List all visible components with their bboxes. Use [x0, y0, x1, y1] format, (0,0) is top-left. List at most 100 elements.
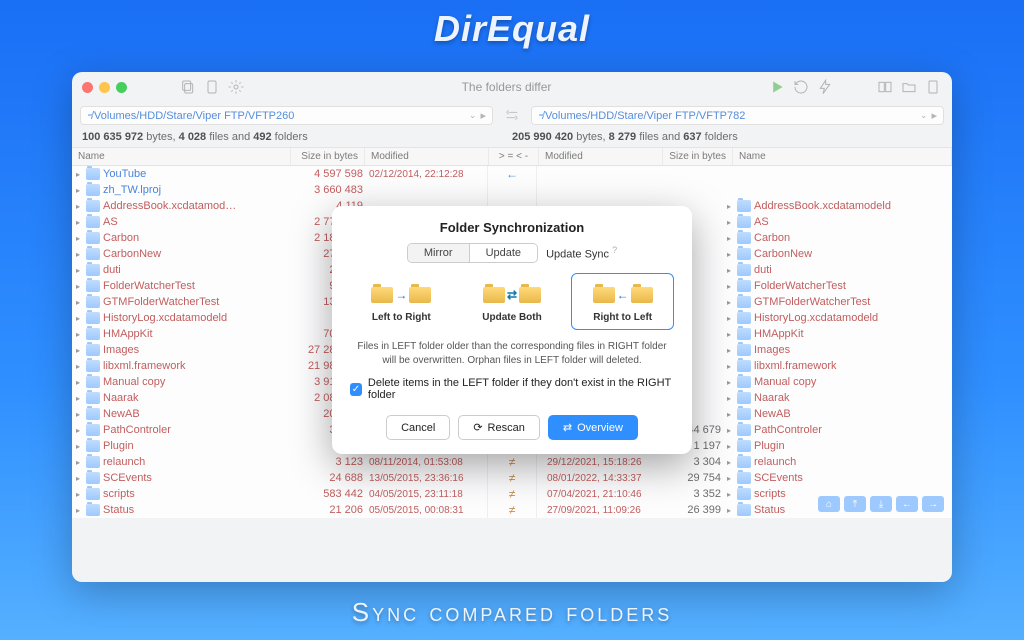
minimize-icon[interactable] — [99, 82, 110, 93]
top-button[interactable]: ⤒ — [844, 496, 866, 512]
table-row[interactable]: ▸SCEvents24 68813/05/2015, 23:36:16 — [72, 470, 487, 486]
sync-type-label: Update Sync ? — [546, 245, 617, 261]
folder-icon — [86, 376, 100, 388]
hero-subtitle: Sync compared folders — [0, 597, 1024, 628]
refresh-icon[interactable] — [792, 78, 810, 96]
gear-icon[interactable] — [227, 78, 245, 96]
folder-icon — [86, 504, 100, 516]
window-status: The folders differ — [251, 80, 762, 94]
sync-dialog: Folder Synchronization Mirror Update Upd… — [332, 206, 692, 454]
folder-icon — [86, 312, 100, 324]
folder-icon — [737, 440, 751, 452]
home-button[interactable]: ⌂ — [818, 496, 840, 512]
update-both-option[interactable]: ⇄ Update Both — [461, 273, 564, 330]
help-icon[interactable]: ? — [612, 245, 617, 255]
column-headers: Name Size in bytes Modified > = < - Modi… — [72, 147, 952, 166]
cancel-button[interactable]: Cancel — [386, 415, 450, 440]
next-button[interactable]: → — [922, 496, 944, 512]
table-row[interactable]: 08/01/2022, 14:33:3729 754▸SCEvents — [537, 470, 952, 486]
folder-icon — [86, 200, 100, 212]
table-row[interactable] — [537, 182, 952, 198]
folder-icon — [86, 248, 100, 260]
folder-icon — [86, 168, 100, 180]
folder-icon — [737, 472, 751, 484]
footer-nav: ⌂ ⤒ ⤓ ← → — [818, 496, 944, 512]
folder-icon — [86, 424, 100, 436]
folder-icon — [86, 184, 100, 196]
titlebar: The folders differ — [72, 72, 952, 102]
folder-icon — [737, 312, 751, 324]
checkbox-icon: ✓ — [350, 383, 362, 396]
mirror-tab[interactable]: Mirror — [408, 244, 470, 262]
dialog-title: Folder Synchronization — [350, 220, 674, 235]
compare-indicator — [488, 182, 536, 198]
folder-icon — [737, 408, 751, 420]
bolt-icon[interactable] — [816, 78, 834, 96]
open-folder-icon[interactable]: ▸ — [480, 109, 486, 122]
left-path: /Volumes/HDD/Stare/Viper FTP/VFTP260 — [91, 110, 465, 122]
table-row[interactable]: ▸YouTube4 597 59802/12/2014, 22:12:28 — [72, 166, 487, 182]
file-icon[interactable] — [924, 78, 942, 96]
folder-icon — [737, 344, 751, 356]
folder-icon — [86, 440, 100, 452]
open-folder-icon[interactable]: ▸ — [931, 109, 937, 122]
folder-icon — [737, 456, 751, 468]
folder-icon — [86, 456, 100, 468]
compare-indicator: ≠ — [488, 470, 536, 486]
folder-icon — [86, 392, 100, 404]
delete-orphans-checkbox[interactable]: ✓ Delete items in the LEFT folder if the… — [350, 377, 674, 401]
hero-title: DirEqual — [0, 0, 1024, 60]
update-tab[interactable]: Update — [470, 244, 537, 262]
prev-button[interactable]: ← — [896, 496, 918, 512]
zoom-icon[interactable] — [116, 82, 127, 93]
compare-indicator: ← — [488, 166, 536, 182]
left-stats: 100 635 972 bytes, 4 028 files and 492 f… — [82, 131, 512, 143]
folder-icon — [737, 424, 751, 436]
mode-segment[interactable]: Mirror Update — [407, 243, 538, 263]
folder-icon — [737, 392, 751, 404]
refresh-icon: ⟳ — [473, 421, 482, 434]
left-to-right-option[interactable]: → Left to Right — [350, 273, 453, 330]
folder-icon — [737, 216, 751, 228]
compare-indicator: ≠ — [488, 454, 536, 470]
swap-icon[interactable] — [503, 106, 521, 124]
folder-icon — [86, 408, 100, 420]
folder-icon — [737, 488, 751, 500]
folder-icon — [86, 360, 100, 372]
document-icon[interactable] — [203, 78, 221, 96]
compare-indicator: ≠ — [488, 486, 536, 502]
compare-indicator: ≠ — [488, 502, 536, 518]
table-row[interactable]: ▸zh_TW.lproj3 660 483 — [72, 182, 487, 198]
play-icon[interactable] — [768, 78, 786, 96]
panels-icon[interactable] — [876, 78, 894, 96]
left-path-box[interactable]: /Volumes/HDD/Stare/Viper FTP/VFTP260 ⌄ ▸ — [80, 106, 493, 125]
chevron-down-icon[interactable]: ⌄ — [920, 110, 928, 121]
folder-icon — [86, 216, 100, 228]
table-row[interactable]: ▸scripts583 44204/05/2015, 23:11:18 — [72, 486, 487, 502]
folder-icon — [737, 200, 751, 212]
table-row[interactable]: ▸Status21 20605/05/2015, 00:08:31 — [72, 502, 487, 518]
folder-icon — [86, 488, 100, 500]
sync-description: Files in LEFT folder older than the corr… — [350, 340, 674, 367]
folder-icon[interactable] — [900, 78, 918, 96]
folder-icon — [737, 360, 751, 372]
folder-icon — [86, 232, 100, 244]
table-row[interactable]: 29/12/2021, 15:18:263 304▸relaunch — [537, 454, 952, 470]
folder-icon — [86, 280, 100, 292]
chevron-down-icon[interactable]: ⌄ — [469, 110, 477, 121]
folder-icon — [737, 376, 751, 388]
overview-button[interactable]: ⇄Overview — [548, 415, 638, 440]
table-row[interactable]: ▸relaunch3 12308/11/2014, 01:53:08 — [72, 454, 487, 470]
folder-icon — [737, 328, 751, 340]
bottom-button[interactable]: ⤓ — [870, 496, 892, 512]
table-row[interactable] — [537, 166, 952, 182]
close-icon[interactable] — [82, 82, 93, 93]
copy-icon[interactable] — [179, 78, 197, 96]
folder-icon — [737, 248, 751, 260]
right-stats: 205 990 420 bytes, 8 279 files and 637 f… — [512, 131, 942, 143]
folder-icon — [86, 344, 100, 356]
folder-icon — [737, 232, 751, 244]
right-path-box[interactable]: /Volumes/HDD/Stare/Viper FTP/VFTP782 ⌄ ▸ — [531, 106, 944, 125]
right-to-left-option[interactable]: ← Right to Left — [571, 273, 674, 330]
rescan-button[interactable]: ⟳Rescan — [458, 415, 540, 440]
